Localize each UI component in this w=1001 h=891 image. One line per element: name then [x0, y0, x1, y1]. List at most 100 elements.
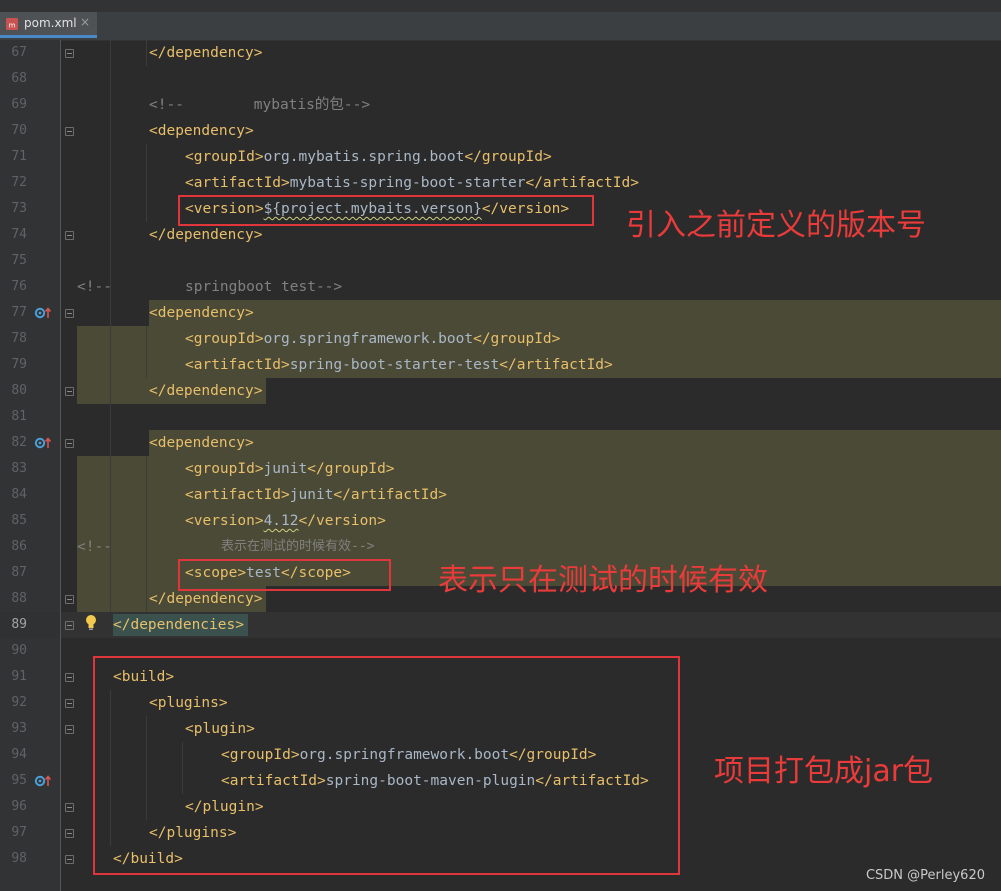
test-scope-highlight: [149, 300, 1001, 326]
lightbulb-icon[interactable]: [84, 614, 98, 632]
code-line-89[interactable]: </dependencies>: [113, 612, 244, 638]
scope-annotation-box: [178, 559, 391, 591]
line-number: 85: [11, 513, 27, 528]
xml-tag: </dependency>: [149, 591, 263, 607]
xml-comment: <!-- mybatis的包-->: [149, 97, 371, 113]
fold-marker[interactable]: [65, 309, 74, 318]
code-line-82[interactable]: <dependency>: [149, 430, 254, 456]
code-line-84[interactable]: <artifactId>junit</artifactId>: [185, 482, 447, 508]
xml-text: spring-boot-starter-test: [289, 357, 500, 373]
code-line-77[interactable]: <dependency>: [149, 300, 254, 326]
fold-marker[interactable]: [65, 387, 74, 396]
version-annotation-note: 引入之前定义的版本号: [626, 208, 926, 243]
xml-tag: <groupId>: [185, 461, 264, 477]
override-arrow-icon[interactable]: [34, 436, 52, 450]
code-line-76b[interactable]: springboot test-->: [185, 274, 342, 300]
xml-tag: <version>: [185, 513, 264, 529]
code-editor[interactable]: 67 68 69 70 71 72 73 74 75 76 77 78 79 8…: [0, 40, 1001, 891]
line-number: 77: [11, 305, 27, 320]
line-number: 71: [11, 149, 27, 164]
line-number: 78: [11, 331, 27, 346]
code-line-86b[interactable]: 表示在测试的时候有效-->: [221, 534, 374, 560]
line-number: 94: [11, 747, 27, 762]
xml-tag: <groupId>: [185, 149, 264, 165]
xml-tag: <artifactId>: [185, 175, 290, 191]
xml-text: org.mybatis.spring.boot: [263, 149, 465, 165]
override-arrow-icon[interactable]: [34, 306, 52, 320]
line-number: 95: [11, 773, 27, 788]
code-line-69[interactable]: <!-- mybatis的包-->: [149, 92, 370, 118]
build-annotation-box: [93, 656, 680, 875]
fold-marker[interactable]: [65, 127, 74, 136]
fold-marker[interactable]: [65, 595, 74, 604]
fold-marker[interactable]: [65, 49, 74, 58]
indent-guide: [146, 40, 147, 66]
close-icon[interactable]: ×: [80, 15, 90, 29]
xml-tag: <dependency>: [149, 305, 254, 321]
override-arrow-icon[interactable]: [34, 774, 52, 788]
xml-text: org.springframework.boot: [263, 331, 474, 347]
line-number: 69: [11, 97, 27, 112]
code-line-67[interactable]: </dependency>: [149, 40, 263, 66]
svg-text:m: m: [9, 22, 16, 30]
fold-marker[interactable]: [65, 725, 74, 734]
line-number: 79: [11, 357, 27, 372]
tab-bar-strip: [0, 0, 1001, 12]
build-annotation-note: 项目打包成jar包: [714, 754, 934, 789]
line-number: 93: [11, 721, 27, 736]
line-number: 75: [11, 253, 27, 268]
xml-tag: <dependency>: [149, 435, 254, 451]
line-number: 67: [11, 45, 27, 60]
code-line-70[interactable]: <dependency>: [149, 118, 254, 144]
xml-tag: </dependency>: [149, 383, 263, 399]
line-number: 76: [11, 279, 27, 294]
xml-tag: <groupId>: [185, 331, 264, 347]
code-line-76a[interactable]: <!--: [77, 274, 112, 300]
line-number: 87: [11, 565, 27, 580]
line-number: 98: [11, 851, 27, 866]
line-number: 83: [11, 461, 27, 476]
line-number: 70: [11, 123, 27, 138]
code-line-72[interactable]: <artifactId>mybatis-spring-boot-starter<…: [185, 170, 639, 196]
line-number: 88: [11, 591, 27, 606]
fold-marker[interactable]: [65, 855, 74, 864]
xml-tag: <dependency>: [149, 123, 254, 139]
line-number: 91: [11, 669, 27, 684]
xml-tag: </artifactId>: [333, 487, 447, 503]
fold-marker[interactable]: [65, 621, 74, 630]
line-number: 82: [11, 435, 27, 450]
xml-comment: <!--: [77, 279, 112, 295]
fold-marker[interactable]: [65, 439, 74, 448]
fold-marker[interactable]: [65, 673, 74, 682]
tab-pom-xml[interactable]: m pom.xml ×: [0, 12, 97, 38]
xml-text: mybatis-spring-boot-starter: [289, 175, 526, 191]
xml-comment: springboot test-->: [185, 279, 343, 295]
editor-tab-bar: m pom.xml ×: [0, 0, 1001, 41]
xml-tag: <artifactId>: [185, 357, 290, 373]
xml-text: 4.12: [263, 513, 299, 529]
xml-tag: </version>: [298, 513, 386, 529]
xml-comment: 表示在测试的时候有效-->: [221, 539, 375, 554]
code-line-83[interactable]: <groupId>junit</groupId>: [185, 456, 395, 482]
line-number: 97: [11, 825, 27, 840]
code-line-85[interactable]: <version>4.12</version>: [185, 508, 386, 534]
fold-marker[interactable]: [65, 231, 74, 240]
code-line-78[interactable]: <groupId>org.springframework.boot</group…: [185, 326, 560, 352]
fold-marker[interactable]: [65, 803, 74, 812]
code-line-86a[interactable]: <!--: [77, 534, 112, 560]
xml-tag: </artifactId>: [499, 357, 613, 373]
line-number: 92: [11, 695, 27, 710]
scope-annotation-note: 表示只在测试的时候有效: [438, 563, 768, 598]
fold-marker[interactable]: [65, 829, 74, 838]
maven-file-icon: m: [6, 18, 18, 30]
fold-marker[interactable]: [65, 699, 74, 708]
xml-tag: </dependencies>: [113, 617, 244, 633]
xml-tag: </dependency>: [149, 45, 263, 61]
tab-label: pom.xml: [24, 16, 77, 30]
line-number-current: 89: [11, 617, 27, 632]
gutter-separator: [60, 40, 61, 891]
code-line-71[interactable]: <groupId>org.mybatis.spring.boot</groupI…: [185, 144, 552, 170]
indent-guide: [110, 40, 111, 612]
code-line-79[interactable]: <artifactId>spring-boot-starter-test</ar…: [185, 352, 613, 378]
code-line-80[interactable]: </dependency>: [149, 378, 263, 404]
